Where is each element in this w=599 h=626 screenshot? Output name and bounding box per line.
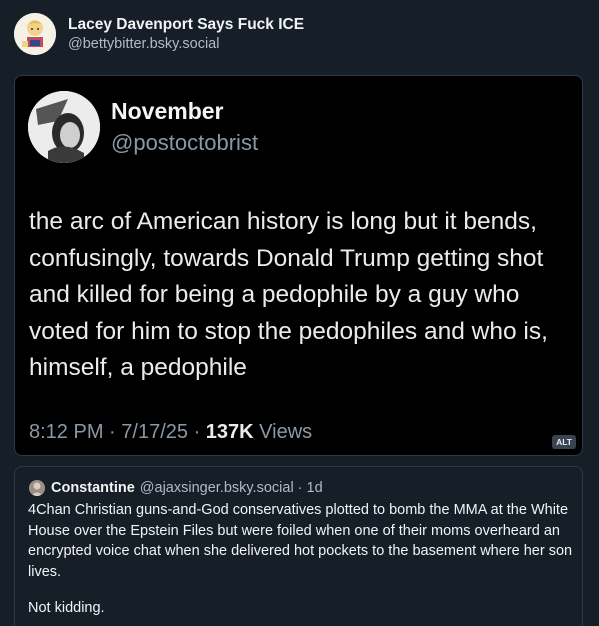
quoted-post[interactable]: Constantine @ajaxsinger.bsky.social · 1d… xyxy=(14,466,583,626)
quote-text: 4Chan Christian guns-and-God conservativ… xyxy=(28,502,573,580)
meta-separator: · xyxy=(109,421,122,443)
quote-timestamp[interactable]: 1d xyxy=(307,480,323,496)
author-name[interactable]: Lacey Davenport Says Fuck ICE xyxy=(68,15,304,34)
tweet-meta: 8:12 PM · 7/17/25 · 137K Views xyxy=(29,421,312,444)
author-handle[interactable]: @bettybitter.bsky.social xyxy=(68,35,304,54)
post-header: Lacey Davenport Says Fuck ICE @bettybitt… xyxy=(14,12,304,56)
quote-text-continued: Not kidding. xyxy=(28,600,105,616)
meta-separator: · xyxy=(193,421,206,443)
quote-header: Constantine @ajaxsinger.bsky.social · 1d xyxy=(29,479,323,497)
tweet-author-handle: @postoctobrist xyxy=(111,130,259,155)
tweet-avatar xyxy=(28,91,100,163)
quote-author-avatar[interactable] xyxy=(29,480,45,496)
alt-text-badge[interactable]: ALT xyxy=(552,435,576,449)
tweet-time: 8:12 PM xyxy=(29,421,104,443)
tweet-views-label: Views xyxy=(259,421,313,443)
embedded-image[interactable]: November @postoctobrist the arc of Ameri… xyxy=(14,75,583,456)
author-avatar[interactable] xyxy=(14,13,56,55)
tweet-author-name: November xyxy=(111,98,224,124)
quote-author-name[interactable]: Constantine xyxy=(51,480,135,496)
quote-separator: · xyxy=(297,480,303,496)
tweet-date: 7/17/25 xyxy=(121,421,188,443)
tweet-text: the arc of American history is long but … xyxy=(29,208,548,382)
quote-author-handle[interactable]: @ajaxsinger.bsky.social xyxy=(140,480,294,496)
tweet-views-count: 137K xyxy=(205,421,254,443)
